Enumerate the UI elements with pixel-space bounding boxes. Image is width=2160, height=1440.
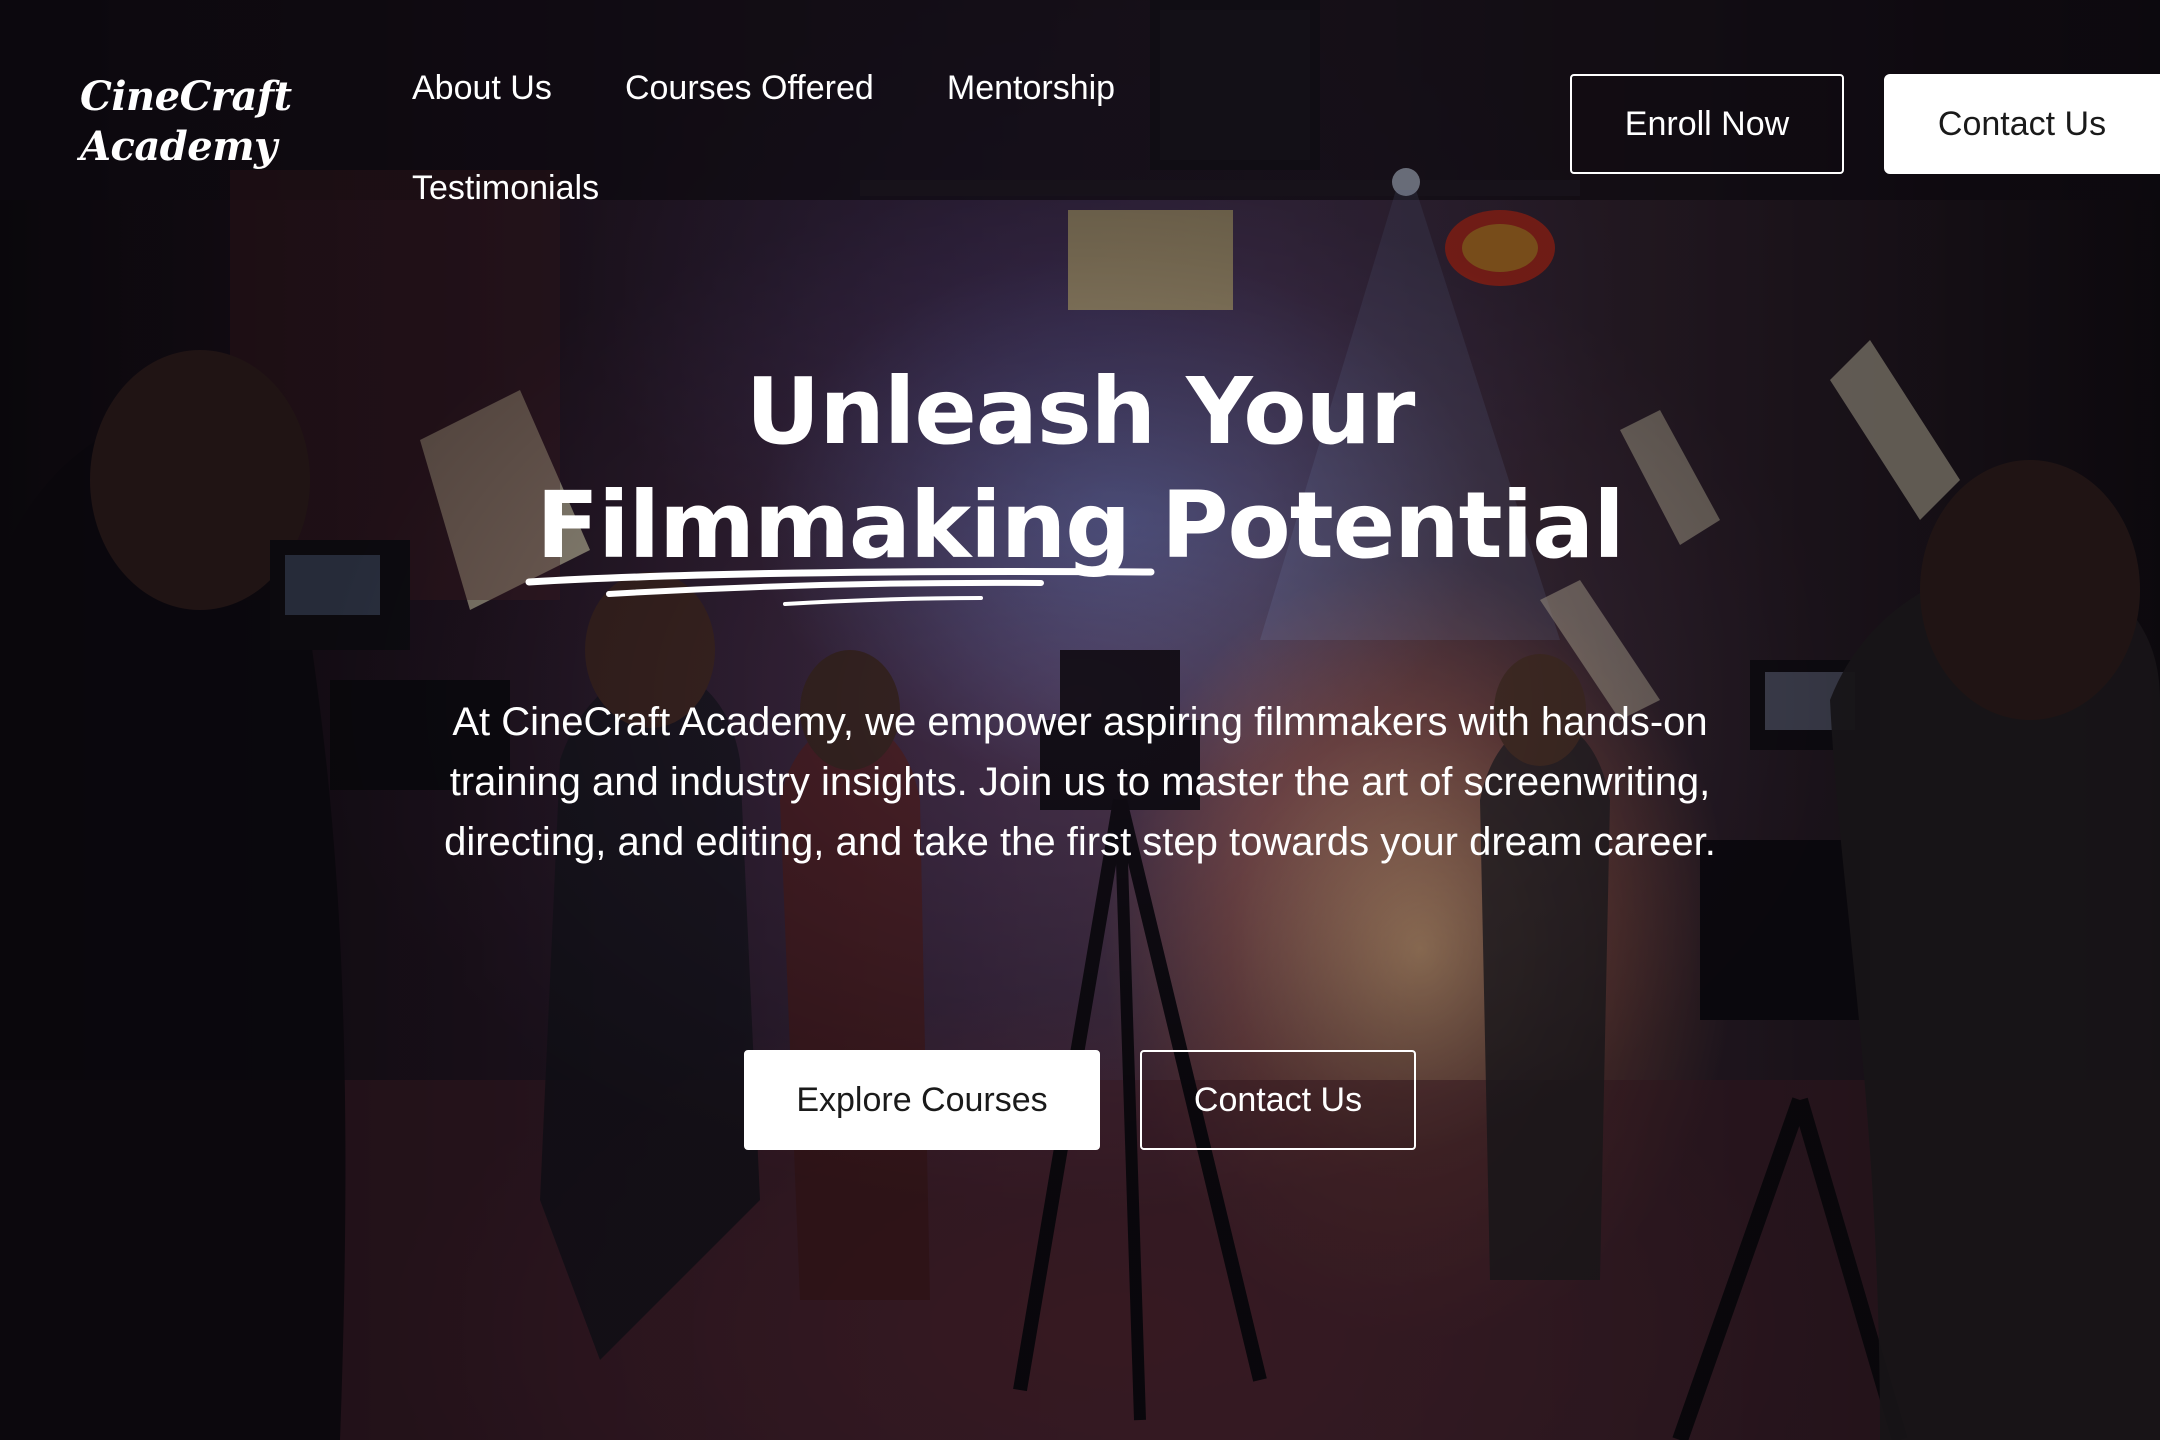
nav-row-2: Testimonials: [412, 138, 1192, 238]
hero-subtitle: At CineCraft Academy, we empower aspirin…: [444, 700, 1716, 864]
headline-word-rest: Potential: [1161, 472, 1625, 579]
hero-headline: Unleash Your Filmmaking Potential: [480, 355, 1680, 583]
main-nav: About Us Courses Offered Mentorship Test…: [412, 38, 1192, 238]
logo-line2: Academy: [80, 123, 277, 170]
nav-item-mentorship[interactable]: Mentorship: [947, 38, 1115, 108]
explore-courses-button[interactable]: Explore Courses: [744, 1050, 1100, 1150]
hero-section: CineCraft Academy About Us Courses Offer…: [0, 0, 2160, 1440]
headline-line1: Unleash Your: [745, 358, 1416, 465]
header-contact-us-button[interactable]: Contact Us: [1884, 74, 2160, 174]
enroll-now-button[interactable]: Enroll Now: [1570, 74, 1844, 174]
nav-item-courses-offered[interactable]: Courses Offered: [625, 38, 874, 108]
nav-item-testimonials[interactable]: Testimonials: [412, 138, 599, 208]
nav-row-1: About Us Courses Offered Mentorship: [412, 38, 1192, 138]
headline-brush-underline: [525, 567, 1155, 606]
hero-contact-us-button[interactable]: Contact Us: [1140, 1050, 1416, 1150]
brand-logo[interactable]: CineCraft Academy: [80, 72, 300, 172]
nav-item-about-us[interactable]: About Us: [412, 38, 552, 108]
logo-line1: CineCraft: [80, 73, 292, 120]
